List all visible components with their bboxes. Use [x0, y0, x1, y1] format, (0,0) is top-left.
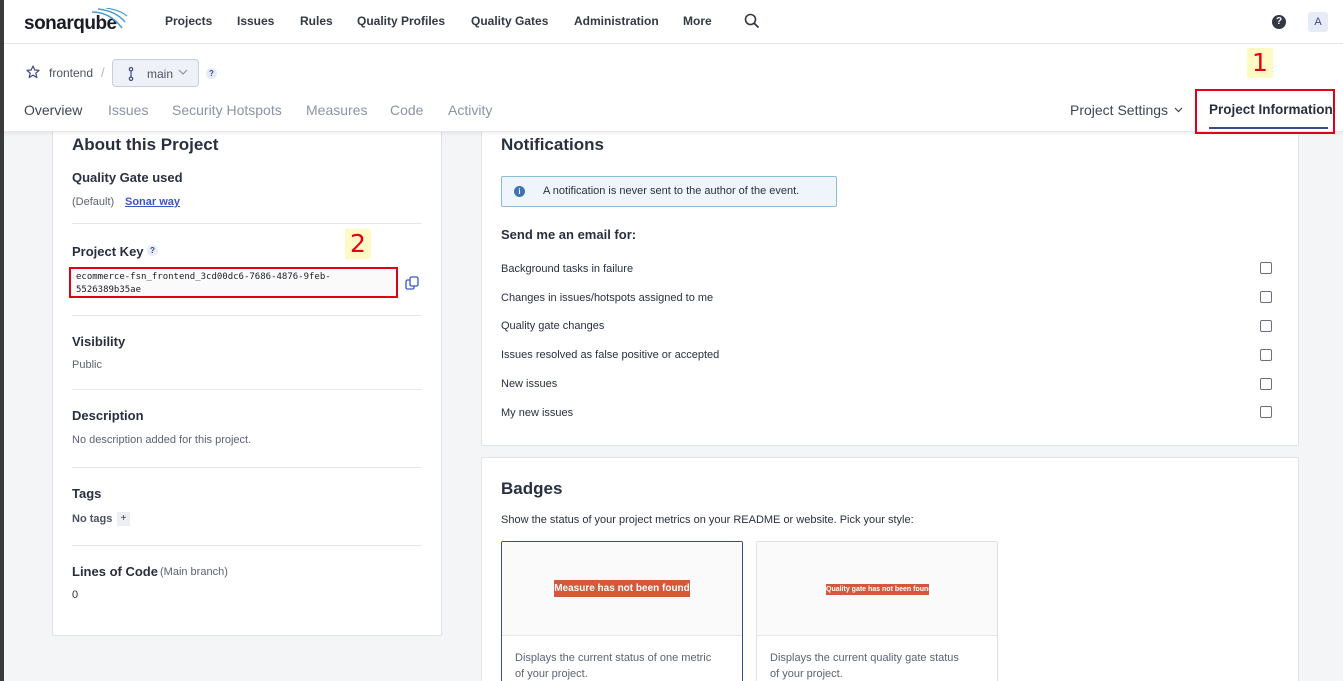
checkbox-false-positive[interactable]: [1260, 349, 1272, 361]
about-title: About this Project: [72, 135, 219, 154]
lines-of-code-label: Lines of Code: [72, 564, 158, 579]
notifications-subtitle: Send me an email for:: [501, 227, 637, 242]
tab-measures[interactable]: Measures: [306, 102, 367, 118]
quality-gate-default: (Default): [72, 196, 115, 208]
add-tag-button[interactable]: +: [117, 512, 130, 526]
divider: [72, 545, 422, 546]
badge-preview: Quality gate has not been found: [757, 542, 997, 636]
branch-selector[interactable]: main: [112, 59, 199, 87]
project-header: frontend / main ? Overview Issues Securi…: [4, 44, 1343, 132]
notification-label-background-tasks: Background tasks in failure: [501, 263, 634, 275]
nav-quality-profiles[interactable]: Quality Profiles: [357, 14, 445, 28]
branch-help-icon[interactable]: ?: [206, 68, 217, 79]
notifications-card: [481, 120, 1299, 446]
badge-quality-gate-preview: Quality gate has not been found: [826, 584, 933, 595]
quality-gate-label: Quality Gate used: [72, 170, 183, 185]
divider: [72, 223, 422, 224]
badge-option-quality-gate[interactable]: Quality gate has not been found Displays…: [756, 541, 998, 681]
checkbox-issues-assigned[interactable]: [1260, 291, 1272, 303]
tags-value[interactable]: No tags: [72, 513, 112, 525]
badge-measure-description: Displays the current status of one metri…: [515, 652, 712, 680]
tab-security-hotspots[interactable]: Security Hotspots: [172, 102, 282, 118]
divider: [72, 467, 422, 468]
checkbox-my-new-issues[interactable]: [1260, 406, 1272, 418]
search-icon[interactable]: [744, 13, 760, 29]
quality-gate-link[interactable]: Sonar way: [125, 196, 180, 208]
badge-option-measure[interactable]: Measure has not been found Displays the …: [501, 541, 743, 681]
tab-issues[interactable]: Issues: [108, 102, 148, 118]
description-label: Description: [72, 408, 144, 423]
notification-info-text: A notification is never sent to the auth…: [543, 185, 800, 197]
breadcrumb-separator: /: [101, 65, 105, 80]
help-icon[interactable]: ?: [1272, 15, 1286, 29]
chevron-down-icon: [1174, 107, 1183, 113]
nav-issues[interactable]: Issues: [237, 14, 274, 28]
nav-administration[interactable]: Administration: [574, 14, 659, 28]
description-value: No description added for this project.: [72, 434, 252, 446]
copy-icon[interactable]: [405, 276, 419, 290]
project-key-help-icon[interactable]: ?: [147, 245, 158, 256]
tab-activity[interactable]: Activity: [448, 102, 492, 118]
notifications-title: Notifications: [501, 135, 604, 154]
project-key-label: Project Key: [72, 244, 144, 259]
info-icon: i: [514, 186, 525, 197]
visibility-label: Visibility: [72, 334, 126, 349]
avatar[interactable]: A: [1308, 12, 1328, 32]
tab-overview[interactable]: Overview: [24, 102, 82, 118]
tab-project-settings[interactable]: Project Settings: [1070, 102, 1168, 118]
tags-label: Tags: [72, 486, 102, 501]
notification-label-new-issues: New issues: [501, 378, 558, 390]
nav-quality-gates[interactable]: Quality Gates: [471, 14, 548, 28]
notification-info-banner: i A notification is never sent to the au…: [501, 176, 837, 207]
nav-projects[interactable]: Projects: [165, 14, 212, 28]
star-icon[interactable]: [26, 65, 40, 79]
nav-more[interactable]: More: [683, 14, 712, 28]
annotation-marker-1: 1: [1247, 48, 1273, 78]
top-navigation: sonarqube Projects Issues Rules Quality …: [0, 0, 1343, 44]
notification-label-false-positive: Issues resolved as false positive or acc…: [501, 349, 720, 361]
annotation-box-project-information: [1195, 89, 1335, 134]
logo-waves-icon: [91, 8, 128, 29]
notification-label-my-new-issues: My new issues: [501, 407, 574, 419]
badge-measure-preview: Measure has not been found: [554, 580, 690, 597]
checkbox-new-issues[interactable]: [1260, 378, 1272, 390]
chevron-down-icon: [178, 69, 188, 75]
checkbox-quality-gate[interactable]: [1260, 320, 1272, 332]
nav-rules[interactable]: Rules: [300, 14, 333, 28]
checkbox-background-tasks[interactable]: [1260, 262, 1272, 274]
window-edge: [0, 0, 4, 681]
badge-preview: Measure has not been found: [502, 542, 742, 636]
badges-subtitle: Show the status of your project metrics …: [501, 514, 914, 526]
breadcrumb-project[interactable]: frontend: [49, 66, 93, 80]
divider: [72, 389, 422, 390]
branch-icon: [128, 67, 134, 81]
badge-quality-gate-description: Displays the current quality gate status…: [770, 652, 959, 680]
tab-code[interactable]: Code: [390, 102, 423, 118]
annotation-box-project-key: [69, 267, 398, 298]
divider: [72, 315, 422, 316]
lines-of-code-value: 0: [72, 589, 79, 601]
notification-label-quality-gate: Quality gate changes: [501, 320, 605, 332]
branch-label: main: [147, 67, 174, 81]
badges-title: Badges: [501, 479, 563, 498]
lines-of-code-scope: (Main branch): [160, 566, 228, 578]
visibility-value: Public: [72, 359, 102, 371]
annotation-marker-2: 2: [345, 229, 371, 259]
notification-label-issues-assigned: Changes in issues/hotspots assigned to m…: [501, 292, 714, 304]
